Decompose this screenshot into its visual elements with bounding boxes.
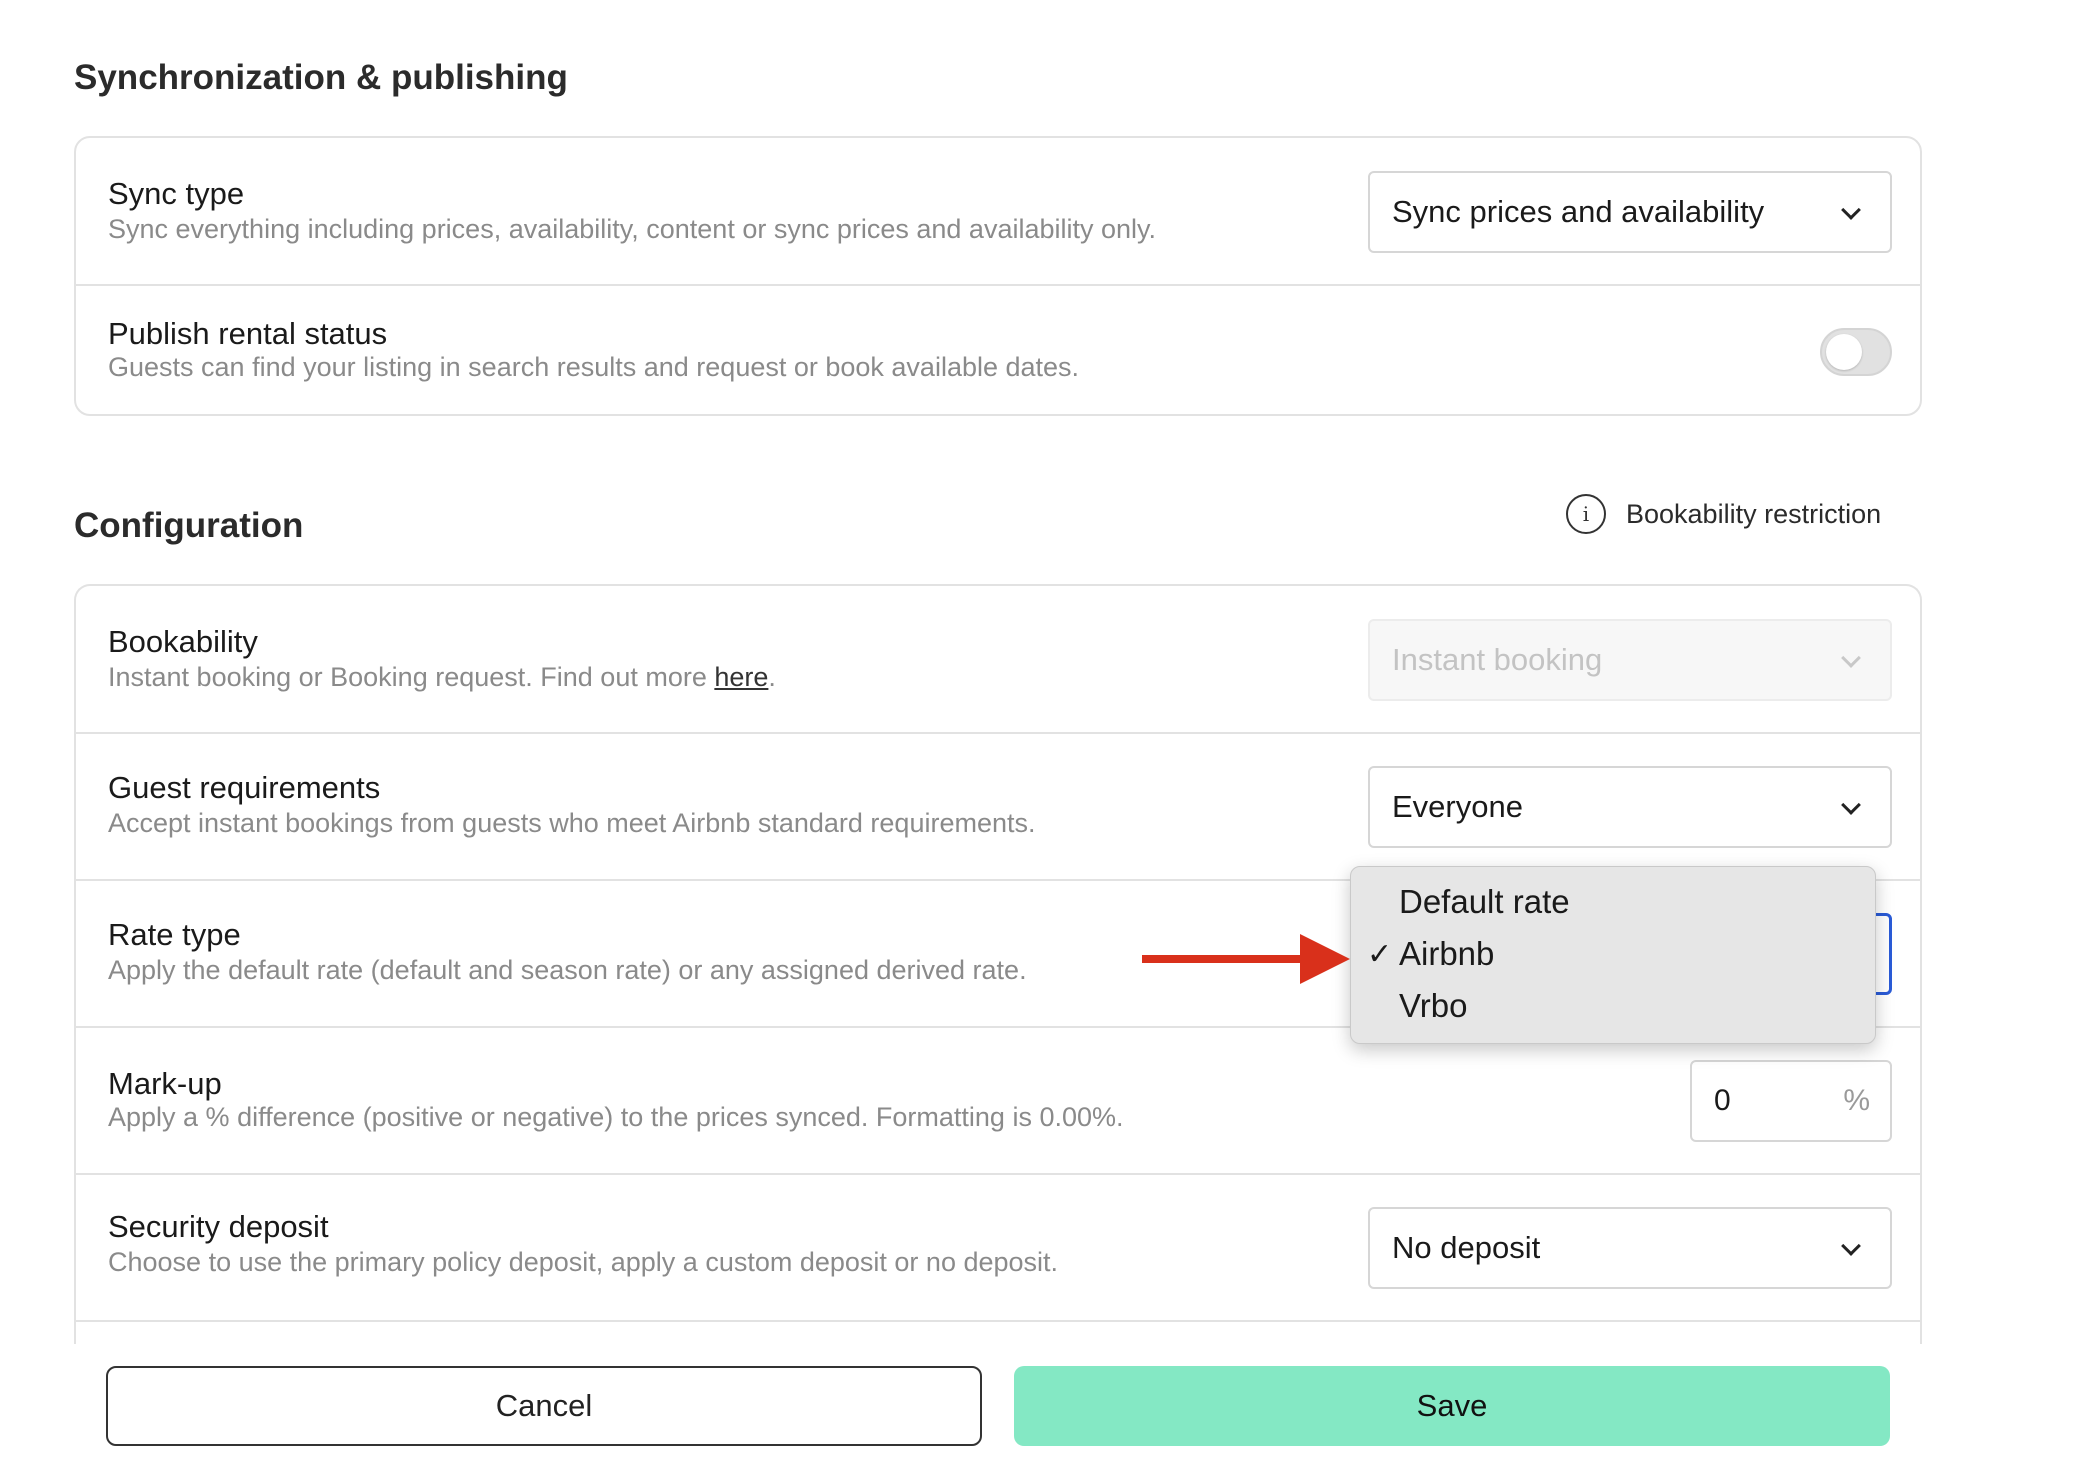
sync-section-title: Synchronization & publishing xyxy=(74,58,568,97)
rate-type-description: Apply the default rate (default and seas… xyxy=(108,955,1027,985)
bookability-value: Instant booking xyxy=(1392,642,1603,677)
publish-status-row: Publish rental status Guests can find yo… xyxy=(76,286,1920,416)
guest-requirements-row: Guest requirements Accept instant bookin… xyxy=(76,734,1920,881)
sync-type-value: Sync prices and availability xyxy=(1392,194,1765,229)
settings-page: Synchronization & publishing Sync type S… xyxy=(0,0,2080,1472)
chevron-down-icon xyxy=(1841,795,1861,815)
guest-requirements-value: Everyone xyxy=(1392,789,1523,824)
bookability-description-text: Instant booking or Booking request. Find… xyxy=(108,662,715,692)
chevron-down-icon xyxy=(1841,1236,1861,1256)
guest-requirements-description: Accept instant bookings from guests who … xyxy=(108,808,1036,838)
info-icon: i xyxy=(1566,494,1606,534)
toggle-knob xyxy=(1826,334,1862,370)
markup-description: Apply a % difference (positive or negati… xyxy=(108,1102,1124,1132)
guest-requirements-title: Guest requirements xyxy=(108,770,381,805)
save-button[interactable]: Save xyxy=(1014,1366,1890,1446)
sync-type-row: Sync type Sync everything including pric… xyxy=(76,138,1920,286)
percent-unit: % xyxy=(1843,1084,1870,1117)
chevron-down-icon xyxy=(1841,200,1861,220)
markup-input[interactable]: 0 % xyxy=(1690,1060,1892,1142)
markup-value: 0 xyxy=(1714,1084,1731,1117)
sync-card: Sync type Sync everything including pric… xyxy=(74,136,1922,416)
config-section-title: Configuration xyxy=(74,506,304,545)
bookability-description: Instant booking or Booking request. Find… xyxy=(108,662,776,693)
publish-status-title: Publish rental status xyxy=(108,316,388,351)
checkmark-icon: ✓ xyxy=(1367,938,1393,971)
publish-status-description: Guests can find your listing in search r… xyxy=(108,352,1080,382)
rate-type-title: Rate type xyxy=(108,917,241,952)
bookability-row: Bookability Instant booking or Booking r… xyxy=(76,586,1920,734)
cancel-button[interactable]: Cancel xyxy=(106,1366,982,1446)
bookability-select: Instant booking xyxy=(1368,619,1892,701)
publish-status-toggle[interactable] xyxy=(1820,328,1892,376)
security-deposit-title: Security deposit xyxy=(108,1209,329,1244)
rate-option-airbnb[interactable]: Airbnb xyxy=(1399,935,1494,973)
markup-row: Mark-up Apply a % difference (positive o… xyxy=(76,1028,1920,1175)
arrow-right-icon xyxy=(1142,934,1350,984)
markup-title: Mark-up xyxy=(108,1066,222,1101)
security-deposit-row: Security deposit Choose to use the prima… xyxy=(76,1175,1920,1322)
chevron-down-icon xyxy=(1841,648,1861,668)
sync-type-description: Sync everything including prices, availa… xyxy=(108,214,1157,244)
rate-type-dropdown-menu: Default rate ✓ Airbnb Vrbo xyxy=(1350,866,1876,1044)
rate-option-default[interactable]: Default rate xyxy=(1399,883,1570,921)
bookability-restriction-label: Bookability restriction xyxy=(1626,498,1882,529)
bookability-restriction-link[interactable]: i Bookability restriction xyxy=(1566,494,1881,534)
find-out-more-link[interactable]: here xyxy=(714,662,768,692)
security-deposit-select[interactable]: No deposit xyxy=(1368,1207,1892,1289)
sync-type-title: Sync type xyxy=(108,176,245,211)
security-deposit-value: No deposit xyxy=(1392,1230,1541,1265)
security-deposit-description: Choose to use the primary policy deposit… xyxy=(108,1247,1059,1277)
bookability-title: Bookability xyxy=(108,624,258,659)
sync-type-select[interactable]: Sync prices and availability xyxy=(1368,171,1892,253)
rate-option-vrbo[interactable]: Vrbo xyxy=(1399,987,1467,1025)
guest-requirements-select[interactable]: Everyone xyxy=(1368,766,1892,848)
bookability-description-suffix: . xyxy=(768,662,776,692)
